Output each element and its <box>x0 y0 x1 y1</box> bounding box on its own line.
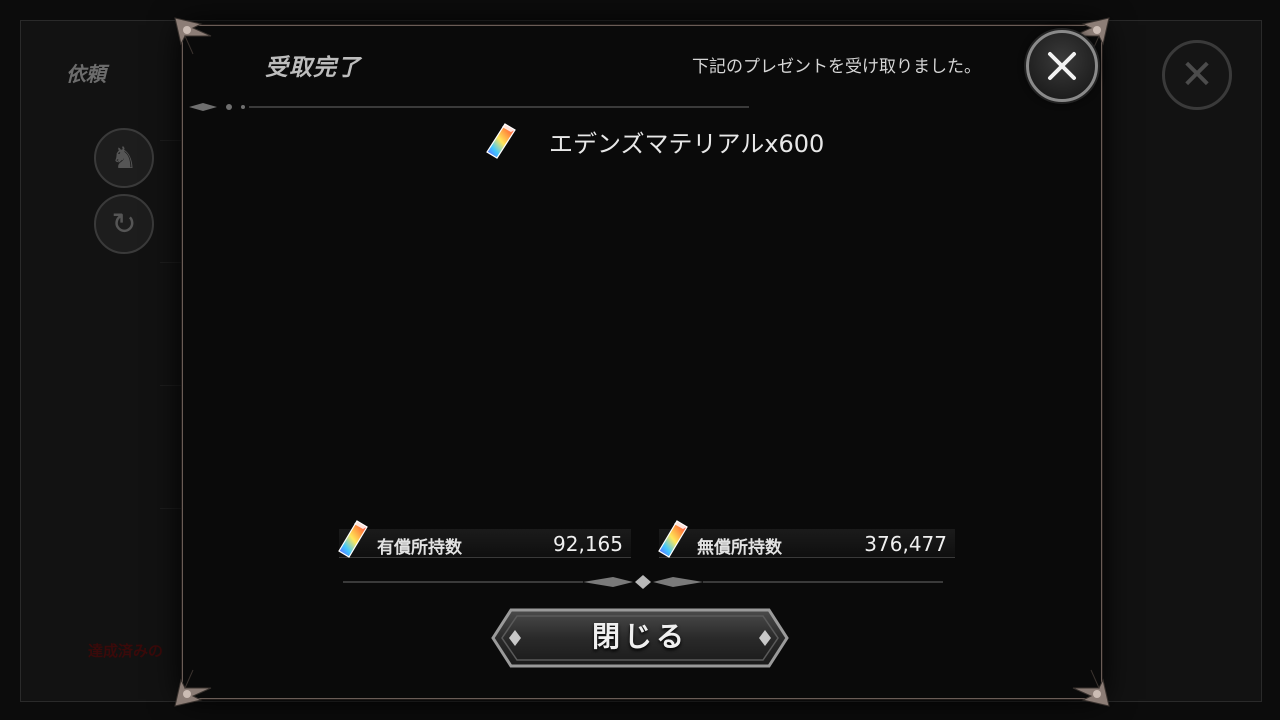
reward-received-dialog: 受取完了 下記のプレゼントを受け取りました。 エデンズマテリアルx600 有償所… <box>174 17 1110 707</box>
paid-count-label: 有償所持数 <box>377 538 462 558</box>
footer-divider <box>343 575 943 589</box>
background-close-icon: ✕ <box>1162 40 1232 110</box>
free-crystal-count: 無償所持数 376,477 <box>658 520 955 558</box>
paid-count-value: 92,165 <box>553 532 623 556</box>
crystal-gem-icon <box>338 520 368 558</box>
free-count-value: 376,477 <box>864 532 947 556</box>
dialog-title: 受取完了 <box>265 55 361 81</box>
background-refresh-icon: ↻ <box>94 194 154 254</box>
close-x-icon <box>1048 52 1076 80</box>
crystal-gem-icon <box>486 123 516 159</box>
header-divider <box>189 103 749 111</box>
paid-crystal-count: 有償所持数 92,165 <box>338 520 631 558</box>
ornament-corner-icon <box>174 17 212 55</box>
close-dialog-button-label: 閉じる <box>591 620 688 653</box>
free-count-label: 無償所持数 <box>697 538 782 558</box>
close-dialog-button[interactable]: 閉じる <box>491 608 789 668</box>
reward-item: エデンズマテリアルx600 <box>483 121 824 161</box>
ornament-corner-icon <box>174 669 212 707</box>
background-helmet-icon: ♞ <box>94 128 154 188</box>
ornament-corner-icon <box>1072 669 1110 707</box>
dialog-subtitle: 下記のプレゼントを受け取りました。 <box>692 57 981 77</box>
background-screen-title: 依頼 <box>66 62 106 86</box>
reward-item-name: エデンズマテリアルx600 <box>549 129 825 158</box>
background-footer-text: 達成済みの <box>88 642 164 660</box>
close-button[interactable] <box>1026 30 1098 102</box>
crystal-gem-icon <box>658 520 688 558</box>
